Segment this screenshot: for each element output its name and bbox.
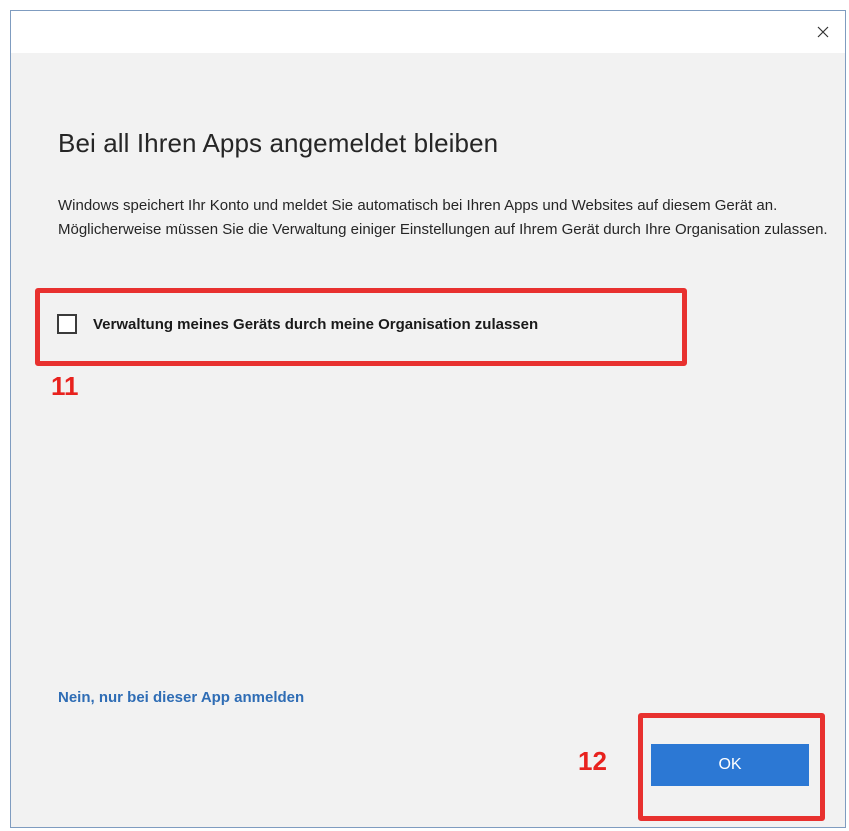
manage-device-checkbox[interactable] [57,314,77,334]
dialog-heading: Bei all Ihren Apps angemeldet bleiben [58,128,499,158]
close-button[interactable] [801,11,845,53]
annotation-step-11: 11 [51,371,79,401]
this-app-only-link[interactable]: Nein, nur bei dieser App anmelden [58,689,304,706]
manage-device-checkbox-row[interactable]: Verwaltung meines Geräts durch meine Org… [57,314,538,334]
manage-device-checkbox-label[interactable]: Verwaltung meines Geräts durch meine Org… [93,316,538,333]
dialog-window: Bei all Ihren Apps angemeldet bleiben Wi… [10,10,846,828]
annotation-step-12: 12 [578,746,607,776]
title-bar [11,11,845,53]
ok-button[interactable]: OK [651,744,809,786]
dialog-description: Windows speichert Ihr Konto und meldet S… [58,197,828,238]
close-icon [817,26,829,38]
